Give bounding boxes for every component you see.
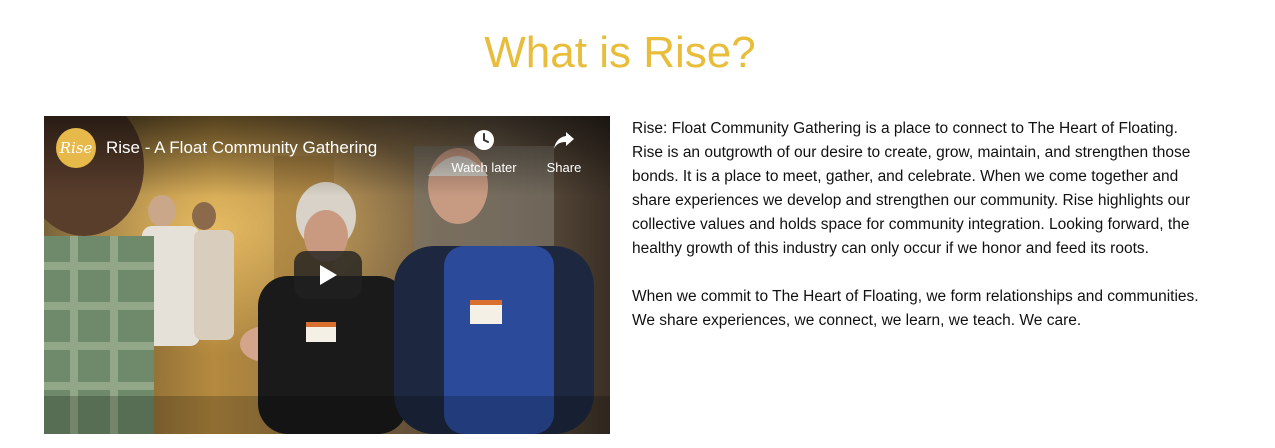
video-title[interactable]: Rise - A Float Community Gathering (106, 138, 377, 158)
channel-logo[interactable]: Rise (56, 128, 96, 168)
channel-logo-text: Rise (59, 139, 93, 157)
clock-icon (474, 130, 494, 150)
play-icon (320, 265, 337, 285)
description-paragraph-2: When we commit to The Heart of Floating,… (632, 288, 1199, 329)
share-arrow-icon (554, 132, 574, 149)
description-paragraph-1: Rise: Float Community Gathering is a pla… (632, 120, 1191, 257)
description: Rise: Float Community Gathering is a pla… (632, 117, 1212, 357)
share-label: Share (546, 160, 582, 175)
play-button[interactable] (294, 251, 362, 299)
share-button[interactable]: Share (542, 128, 586, 175)
video-player[interactable]: Rise Rise - A Float Community Gathering … (44, 116, 610, 434)
page-title: What is Rise? (484, 28, 756, 77)
watch-later-button[interactable]: Watch later (448, 128, 520, 175)
watch-later-label: Watch later (451, 160, 517, 175)
page: What is Rise? Rise Rise - A Float Commun… (0, 0, 1275, 448)
